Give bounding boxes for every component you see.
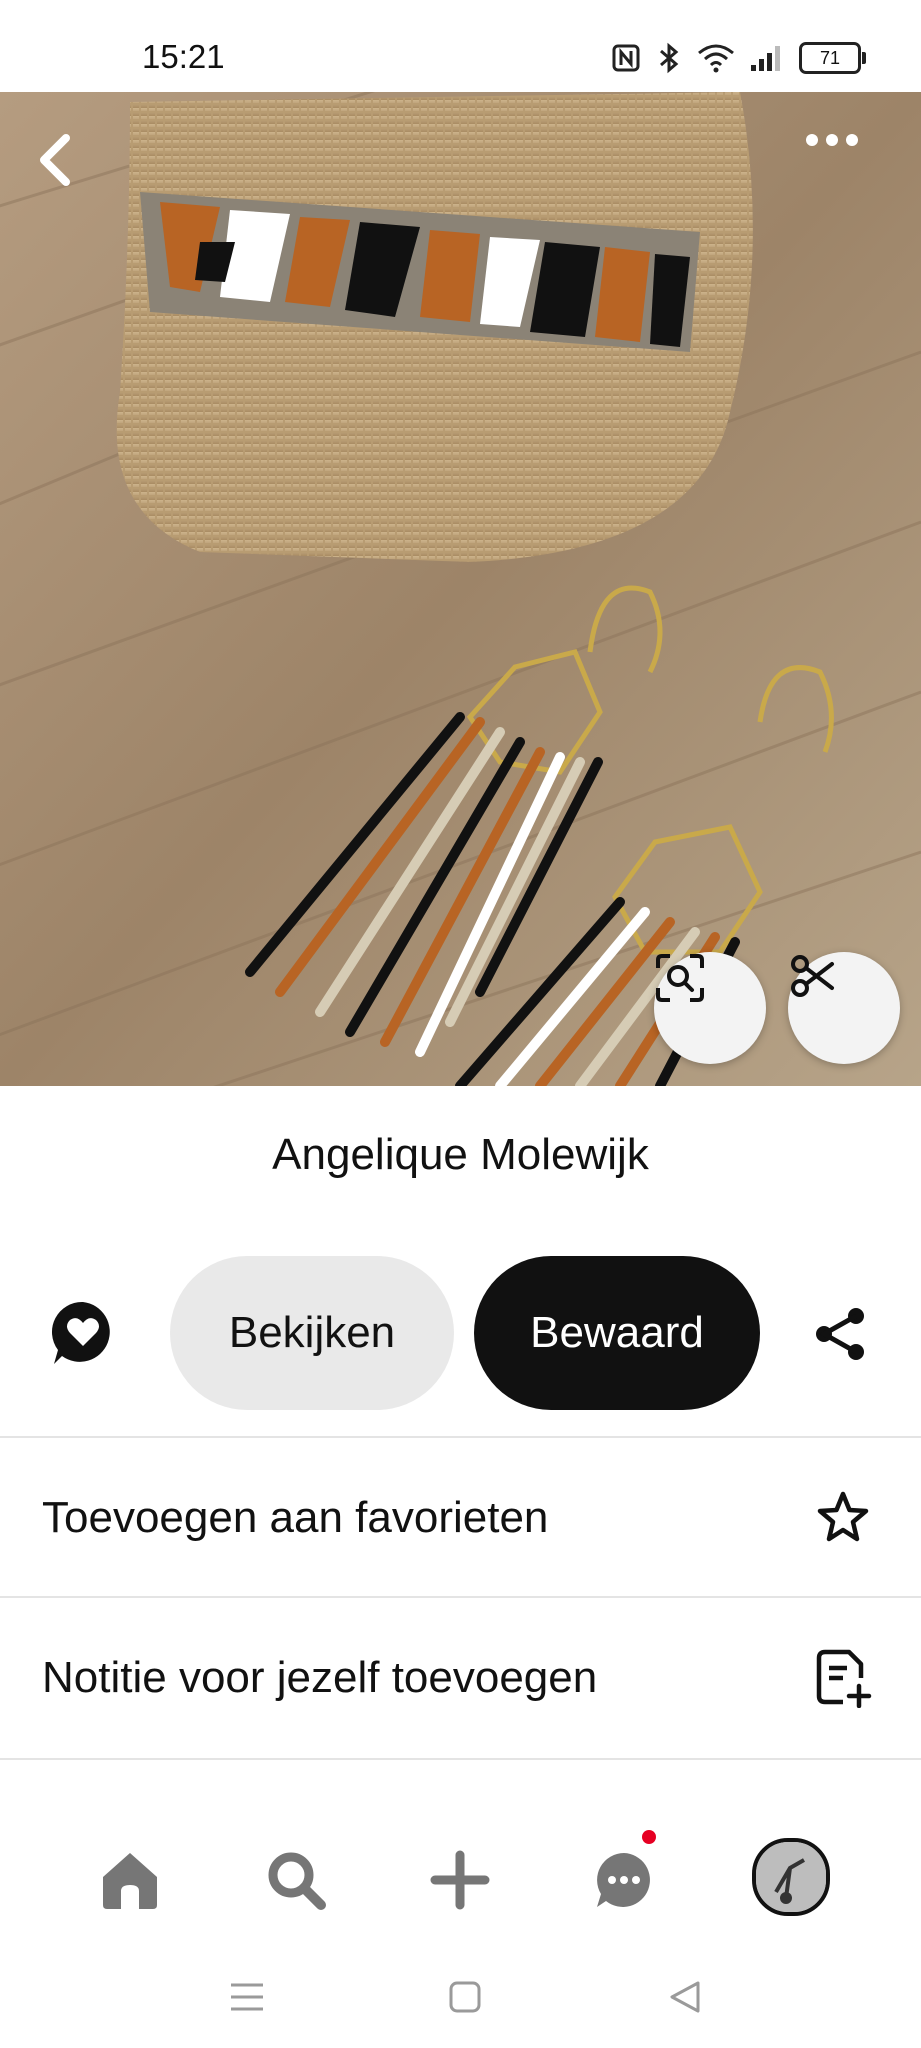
pin-image-illustration xyxy=(0,92,921,1086)
square-icon xyxy=(449,1981,481,2013)
share-icon xyxy=(816,1308,864,1360)
status-time: 15:21 xyxy=(142,38,225,75)
search-icon xyxy=(268,1852,326,1910)
signal-icon xyxy=(751,46,780,71)
pin-image[interactable] xyxy=(0,92,921,1086)
saved-button[interactable]: Bewaard xyxy=(474,1256,760,1410)
system-nav-bar xyxy=(0,1950,921,2048)
avatar-image xyxy=(756,1842,826,1912)
home-system-button[interactable] xyxy=(440,1972,490,2022)
more-options-button[interactable] xyxy=(804,132,884,212)
battery-level: 71 xyxy=(819,47,841,68)
view-button[interactable]: Bekijken xyxy=(170,1256,454,1410)
create-icon xyxy=(430,1850,490,1910)
profile-avatar[interactable] xyxy=(752,1838,830,1916)
share-button[interactable] xyxy=(810,1304,870,1364)
status-icons: 71 xyxy=(611,38,866,78)
comment-button[interactable] xyxy=(48,1298,118,1368)
add-note-icon xyxy=(813,1648,873,1709)
wifi-icon xyxy=(698,44,734,73)
recent-apps-button[interactable] xyxy=(222,1972,272,2022)
add-to-favorites-label: Toevoegen aan favorieten xyxy=(42,1493,549,1542)
pin-author-name[interactable]: Angelique Molewijk xyxy=(0,1130,921,1180)
nav-home[interactable] xyxy=(90,1840,170,1920)
add-to-favorites-row[interactable]: Toevoegen aan favorieten xyxy=(0,1436,921,1598)
home-icon xyxy=(103,1853,157,1909)
cutout-button[interactable] xyxy=(788,952,900,1064)
divider xyxy=(0,1758,921,1760)
back-button[interactable] xyxy=(34,132,114,212)
action-row: Bekijken Bewaard xyxy=(0,1256,921,1412)
scissors-icon xyxy=(791,955,834,997)
battery-icon: 71 xyxy=(799,42,866,74)
bluetooth-icon xyxy=(660,42,679,74)
notification-dot xyxy=(642,1830,656,1844)
messages-icon xyxy=(597,1853,650,1907)
comment-heart-icon xyxy=(51,1301,110,1364)
star-icon xyxy=(813,1488,873,1548)
nfc-icon xyxy=(612,44,640,72)
back-arrow-icon xyxy=(40,134,70,186)
nav-create[interactable] xyxy=(420,1840,500,1920)
status-bar: 15:21 71 xyxy=(0,0,921,92)
add-note-row[interactable]: Notitie voor jezelf toevoegen xyxy=(0,1596,921,1758)
back-triangle-icon xyxy=(670,1981,700,2013)
add-note-label: Notitie voor jezelf toevoegen xyxy=(42,1653,598,1702)
nav-search[interactable] xyxy=(256,1840,336,1920)
back-system-button[interactable] xyxy=(660,1972,710,2022)
visual-search-button[interactable] xyxy=(654,952,766,1064)
more-options-icon xyxy=(806,134,858,146)
menu-lines-icon xyxy=(231,1983,263,2011)
nav-messages[interactable] xyxy=(584,1840,664,1920)
visual-search-icon xyxy=(656,954,704,1002)
